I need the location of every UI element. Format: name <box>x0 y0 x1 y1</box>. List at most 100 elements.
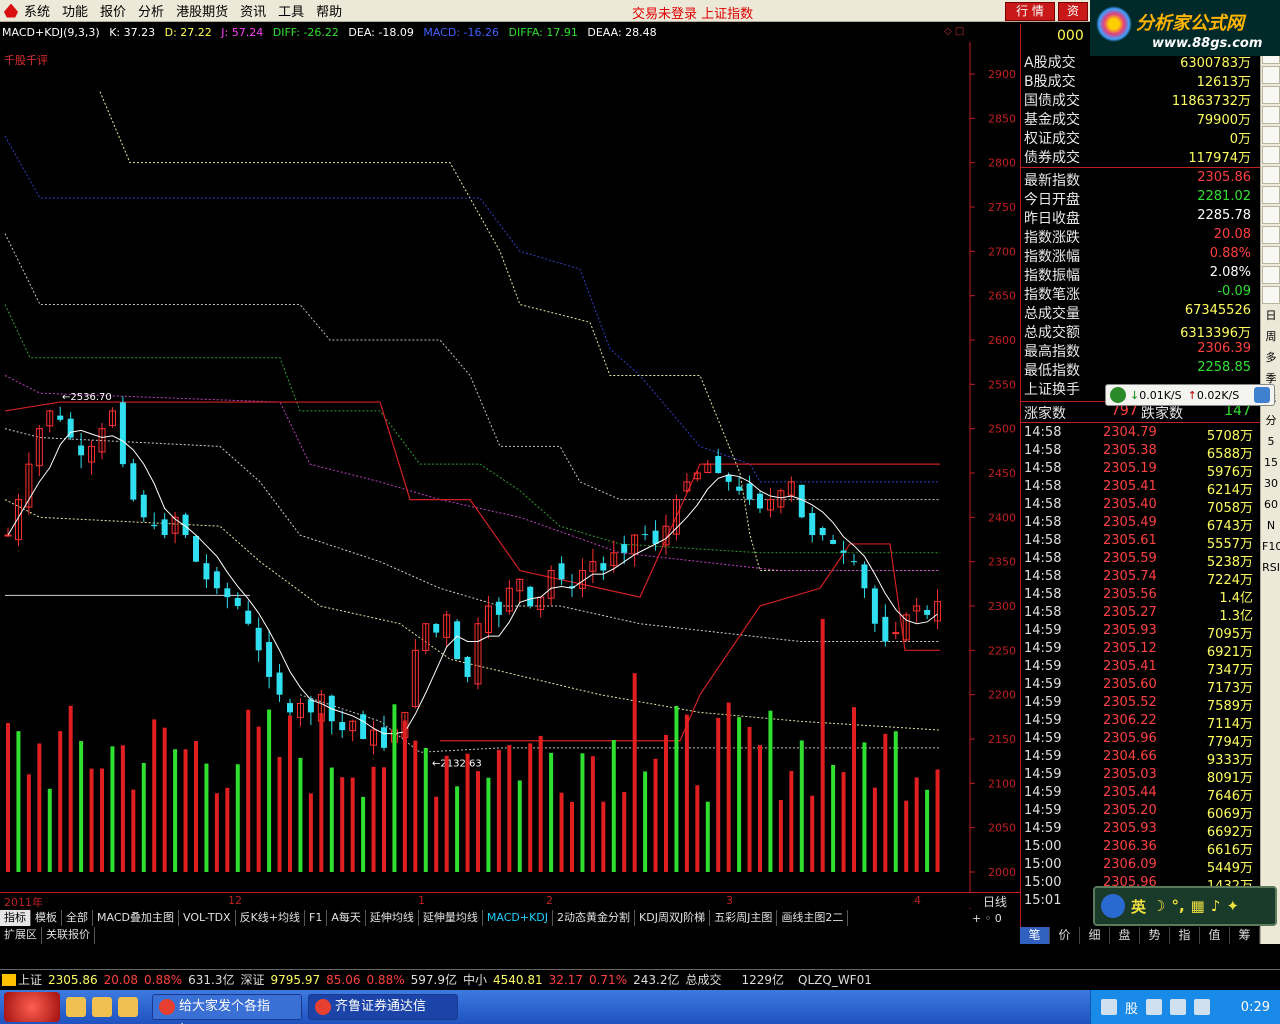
ime-moon-icon[interactable]: ☽ <box>1152 897 1165 915</box>
menu-item-quote[interactable]: 报价 <box>100 1 138 20</box>
indicator-tab[interactable]: 延伸量均线 <box>419 910 483 926</box>
quicklaunch-folder-icon[interactable] <box>92 997 112 1017</box>
network-speed-widget[interactable]: ↓ 0.01K/S ↑ 0.02K/S <box>1105 384 1275 406</box>
indicator-tab[interactable]: MACD+KDJ <box>483 910 554 926</box>
toolbar-icon[interactable] <box>1262 66 1280 84</box>
candle-body <box>652 530 659 544</box>
period-button[interactable]: 日 <box>1262 306 1280 326</box>
period-button[interactable]: 分 <box>1262 411 1280 431</box>
period-button[interactable]: 15 <box>1262 453 1280 473</box>
stat-value: 2258.85 <box>1197 360 1251 375</box>
toolbar-icon[interactable] <box>1262 186 1280 204</box>
ime-toolbar[interactable]: 英 ☽ °, ▦ ♪ ✦ <box>1093 886 1277 926</box>
tray-stock-label[interactable]: 股 <box>1125 998 1138 1017</box>
indicator-tab[interactable]: 延伸均线 <box>366 910 419 926</box>
indicator-tab[interactable]: 反K线+均线 <box>236 910 306 926</box>
period-button[interactable]: 5 <box>1262 432 1280 452</box>
indicator-tab[interactable]: 全部 <box>62 910 93 926</box>
panel-tab[interactable]: 指 <box>1170 927 1200 944</box>
toolbar-icon[interactable] <box>1262 286 1280 304</box>
toolbar-icon[interactable] <box>1262 266 1280 284</box>
ime-mic-icon[interactable]: ♪ <box>1211 897 1221 915</box>
indicator-tab[interactable]: 模板 <box>31 910 62 926</box>
panel-tab[interactable]: 盘 <box>1110 927 1140 944</box>
panel-tab[interactable]: 价 <box>1050 927 1080 944</box>
tick-row: 14:59 2305.93 6692万 <box>1021 821 1255 840</box>
period-button[interactable]: 30 <box>1262 474 1280 494</box>
sh-label: 上证 <box>18 973 43 987</box>
period-button[interactable]: 60 <box>1262 495 1280 515</box>
toolbar-icon[interactable] <box>1262 206 1280 224</box>
toolbar-icon[interactable] <box>1262 246 1280 264</box>
ime-mode-label[interactable]: 英 <box>1131 896 1146 917</box>
menu-item-hk-futures[interactable]: 港股期货 <box>176 1 240 20</box>
taskbar-item-trading-app[interactable]: 齐鲁证券通达信V9.... <box>308 994 458 1024</box>
toolbar-icon[interactable] <box>1262 126 1280 144</box>
candle-body <box>213 571 220 589</box>
quote-button[interactable]: 行 情 <box>1005 2 1055 21</box>
menu-item-tools[interactable]: 工具 <box>278 1 316 20</box>
indicator-tab[interactable]: F1 <box>305 910 328 926</box>
quicklaunch-app-icon[interactable] <box>118 997 138 1017</box>
tick-row: 14:58 2305.27 1.3亿 <box>1021 605 1255 624</box>
panel-tab[interactable]: 笔 <box>1020 927 1050 944</box>
volume-bar <box>632 673 637 872</box>
quicklaunch-ie-icon[interactable] <box>66 997 86 1017</box>
indicator-tab[interactable]: A每天 <box>327 910 366 926</box>
candle-body <box>558 563 565 580</box>
period-button[interactable]: 周 <box>1262 327 1280 347</box>
period-label[interactable]: 日线 <box>983 893 1007 910</box>
toolbar-icon[interactable] <box>1262 86 1280 104</box>
taskbar-item-browser[interactable]: 给大家发个各指标... <box>152 994 302 1024</box>
menu-item-analysis[interactable]: 分析 <box>138 1 176 20</box>
indicator-tab[interactable]: 2动态黄金分割 <box>553 910 636 926</box>
browser-icon[interactable] <box>1254 387 1270 403</box>
menu-item-system[interactable]: 系统 <box>24 1 62 20</box>
candle-body <box>203 563 210 580</box>
period-button[interactable]: 多 <box>1262 348 1280 368</box>
stat-value: 6313396万 <box>1180 326 1251 341</box>
tab-related-quote[interactable]: 关联报价 <box>42 927 95 944</box>
info-button[interactable]: 资 <box>1058 2 1088 21</box>
date-label: 12 <box>228 894 242 907</box>
indicator-tab[interactable]: MACD叠加主图 <box>93 910 179 926</box>
tick-time: 14:58 <box>1024 425 1062 440</box>
indicator-tab[interactable]: 画线主图2二 <box>777 910 849 926</box>
menu-item-info[interactable]: 资讯 <box>240 1 278 20</box>
indicator-tab[interactable]: 指标 <box>0 910 31 926</box>
network-icon <box>1110 387 1126 403</box>
volume-bar <box>872 787 877 872</box>
kline-chart[interactable]: MACD+KDJ(9,3,3) K: 37.23 D: 27.22 J: 57.… <box>0 24 1020 910</box>
ime-settings-icon[interactable]: ✦ <box>1226 897 1239 915</box>
indicator-tab[interactable]: KDJ周双J阶梯 <box>635 910 711 926</box>
toolbar-icon[interactable] <box>1262 166 1280 184</box>
panel-tab[interactable]: 筹 <box>1230 927 1260 944</box>
toolbar-icon[interactable] <box>1262 226 1280 244</box>
indicator-tab[interactable]: 五彩周J主图 <box>710 910 778 926</box>
tick-time: 14:58 <box>1024 587 1062 602</box>
menu-item-help[interactable]: 帮助 <box>316 1 354 20</box>
tray-network-icon[interactable] <box>1170 999 1187 1015</box>
panel-tab[interactable]: 值 <box>1200 927 1230 944</box>
ime-keyboard-icon[interactable]: ▦ <box>1191 897 1205 915</box>
tab-extension-area[interactable]: 扩展区 <box>0 927 42 944</box>
menu-item-function[interactable]: 功能 <box>62 1 100 20</box>
indicator-tab[interactable]: VOL-TDX <box>179 910 236 926</box>
tray-volume-icon[interactable] <box>1194 999 1211 1015</box>
chart-corner-icons[interactable]: ◇ □ <box>944 26 964 37</box>
period-button[interactable]: F10 <box>1262 537 1280 557</box>
period-button[interactable]: RSI <box>1262 558 1280 578</box>
toolbar-icon[interactable] <box>1262 106 1280 124</box>
tray-shield-icon[interactable] <box>1146 999 1163 1015</box>
tray-ime-icon[interactable] <box>1101 999 1117 1015</box>
panel-tab[interactable]: 细 <box>1080 927 1110 944</box>
tick-volume: 9333万 <box>1206 753 1253 768</box>
period-button[interactable]: N <box>1262 516 1280 536</box>
start-button[interactable] <box>4 992 60 1022</box>
volume-bar <box>789 771 794 872</box>
ime-punct-icon[interactable]: °, <box>1171 897 1184 915</box>
tab-scroll-controls[interactable]: + ◦ 0 <box>972 912 1002 925</box>
zx-pct: 0.71% <box>588 972 628 987</box>
panel-tab[interactable]: 势 <box>1140 927 1170 944</box>
toolbar-icon[interactable] <box>1262 146 1280 164</box>
